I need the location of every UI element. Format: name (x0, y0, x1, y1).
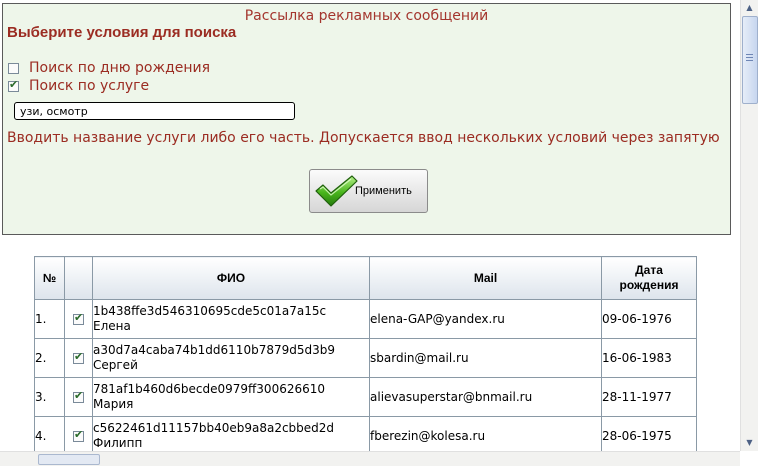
birthdate-header-line1: Дата (635, 263, 663, 277)
table-header-row: № ФИО Mail Дата рождения (34, 256, 697, 300)
checkmark-icon (315, 175, 358, 207)
panel-title: Рассылка рекламных сообщений (244, 8, 489, 24)
service-search-checkbox[interactable] (8, 78, 19, 92)
birthday-search-option[interactable]: Поиск по дню рождения (8, 60, 210, 76)
row-fio: 781af1b460d6becde0979ff300626610 Мария (92, 377, 370, 417)
client-name: Мария (93, 397, 134, 411)
client-name: Сергей (93, 358, 138, 372)
row-select-cell (64, 338, 93, 378)
column-header-mail: Mail (369, 256, 602, 300)
client-id: c5622461d11157bb40eb9a8a2cbbed2d (93, 421, 335, 435)
column-header-fio: ФИО (92, 256, 370, 300)
apply-button-label: Применить (355, 185, 412, 197)
apply-button[interactable]: Применить (309, 169, 428, 213)
row-select-checkbox[interactable] (73, 428, 84, 442)
column-header-select (64, 256, 93, 300)
row-birthdate: 28-06-1975 (601, 416, 697, 456)
table-row: 4. c5622461d11157bb40eb9a8a2cbbed2dФилипп… (34, 416, 697, 456)
recipients-table: № ФИО Mail Дата рождения 1. 1b438ffe3d546… (34, 256, 697, 456)
row-number: 4. (34, 416, 65, 456)
service-search-input[interactable] (14, 102, 295, 120)
column-header-birthdate: Дата рождения (601, 256, 697, 300)
row-fio: 1b438ffe3d546310695cde5c01a7a15c Елена (92, 299, 370, 339)
client-id: 781af1b460d6becde0979ff300626610 (93, 382, 326, 396)
client-name: Елена (93, 319, 131, 333)
row-select-cell (64, 416, 93, 456)
search-conditions-panel: Рассылка рекламных сообщений Выберите ус… (2, 3, 731, 235)
birthdate-header-line2: рождения (619, 278, 679, 292)
client-id: 1b438ffe3d546310695cde5c01a7a15c (93, 304, 327, 318)
row-mail: fberezin@kolesa.ru (369, 416, 602, 456)
row-birthdate: 28-11-1977 (601, 377, 697, 417)
row-select-checkbox[interactable] (73, 350, 84, 364)
search-conditions-heading: Выберите условия для поиска (7, 24, 237, 41)
horizontal-scrollbar[interactable] (0, 451, 740, 466)
vertical-scrollbar[interactable]: ▲ ▼ (740, 0, 758, 451)
row-number: 3. (34, 377, 65, 417)
row-select-checkbox[interactable] (73, 311, 84, 325)
scrollbar-thumb[interactable] (742, 16, 758, 104)
row-number: 1. (34, 299, 65, 339)
birthday-search-label: Поиск по дню рождения (29, 60, 211, 76)
client-id: a30d7a4caba74b1dd6110b7879d5d3b9 (93, 343, 335, 357)
arrow-down-icon[interactable]: ▼ (742, 435, 757, 450)
service-search-label: Поиск по услуге (29, 78, 150, 94)
row-fio: c5622461d11157bb40eb9a8a2cbbed2d Филипп (92, 416, 370, 456)
column-header-num: № (34, 256, 65, 300)
arrow-up-icon[interactable]: ▲ (742, 0, 757, 15)
row-birthdate: 09-06-1976 (601, 299, 697, 339)
table-row: 1.1b438ffe3d546310695cde5c01a7a15cЕленаe… (34, 299, 697, 339)
client-name: Филипп (93, 436, 143, 450)
row-select-checkbox[interactable] (73, 389, 84, 403)
table-row: 2. a30d7a4caba74b1dd6110b7879d5d3b9Сергей… (34, 338, 697, 378)
row-select-cell (64, 299, 93, 339)
row-fio: a30d7a4caba74b1dd6110b7879d5d3b9 Сергей (92, 338, 370, 378)
row-mail: sbardin@mail.ru (369, 338, 602, 378)
row-birthdate: 16-06-1983 (601, 338, 697, 378)
horizontal-scrollbar-thumb[interactable] (38, 454, 100, 465)
row-select-cell (64, 377, 93, 417)
row-mail: elena-GAP@yandex.ru (369, 299, 602, 339)
row-number: 2. (34, 338, 65, 378)
table-row: 3.781af1b460d6becde0979ff300626610Марияa… (34, 377, 697, 417)
service-input-hint: Вводить название услуги либо его часть. … (7, 130, 720, 146)
birthday-search-checkbox[interactable] (8, 62, 19, 74)
row-mail: alievasuperstar@bnmail.ru (369, 377, 602, 417)
service-search-option[interactable]: Поиск по услуге (8, 78, 149, 94)
